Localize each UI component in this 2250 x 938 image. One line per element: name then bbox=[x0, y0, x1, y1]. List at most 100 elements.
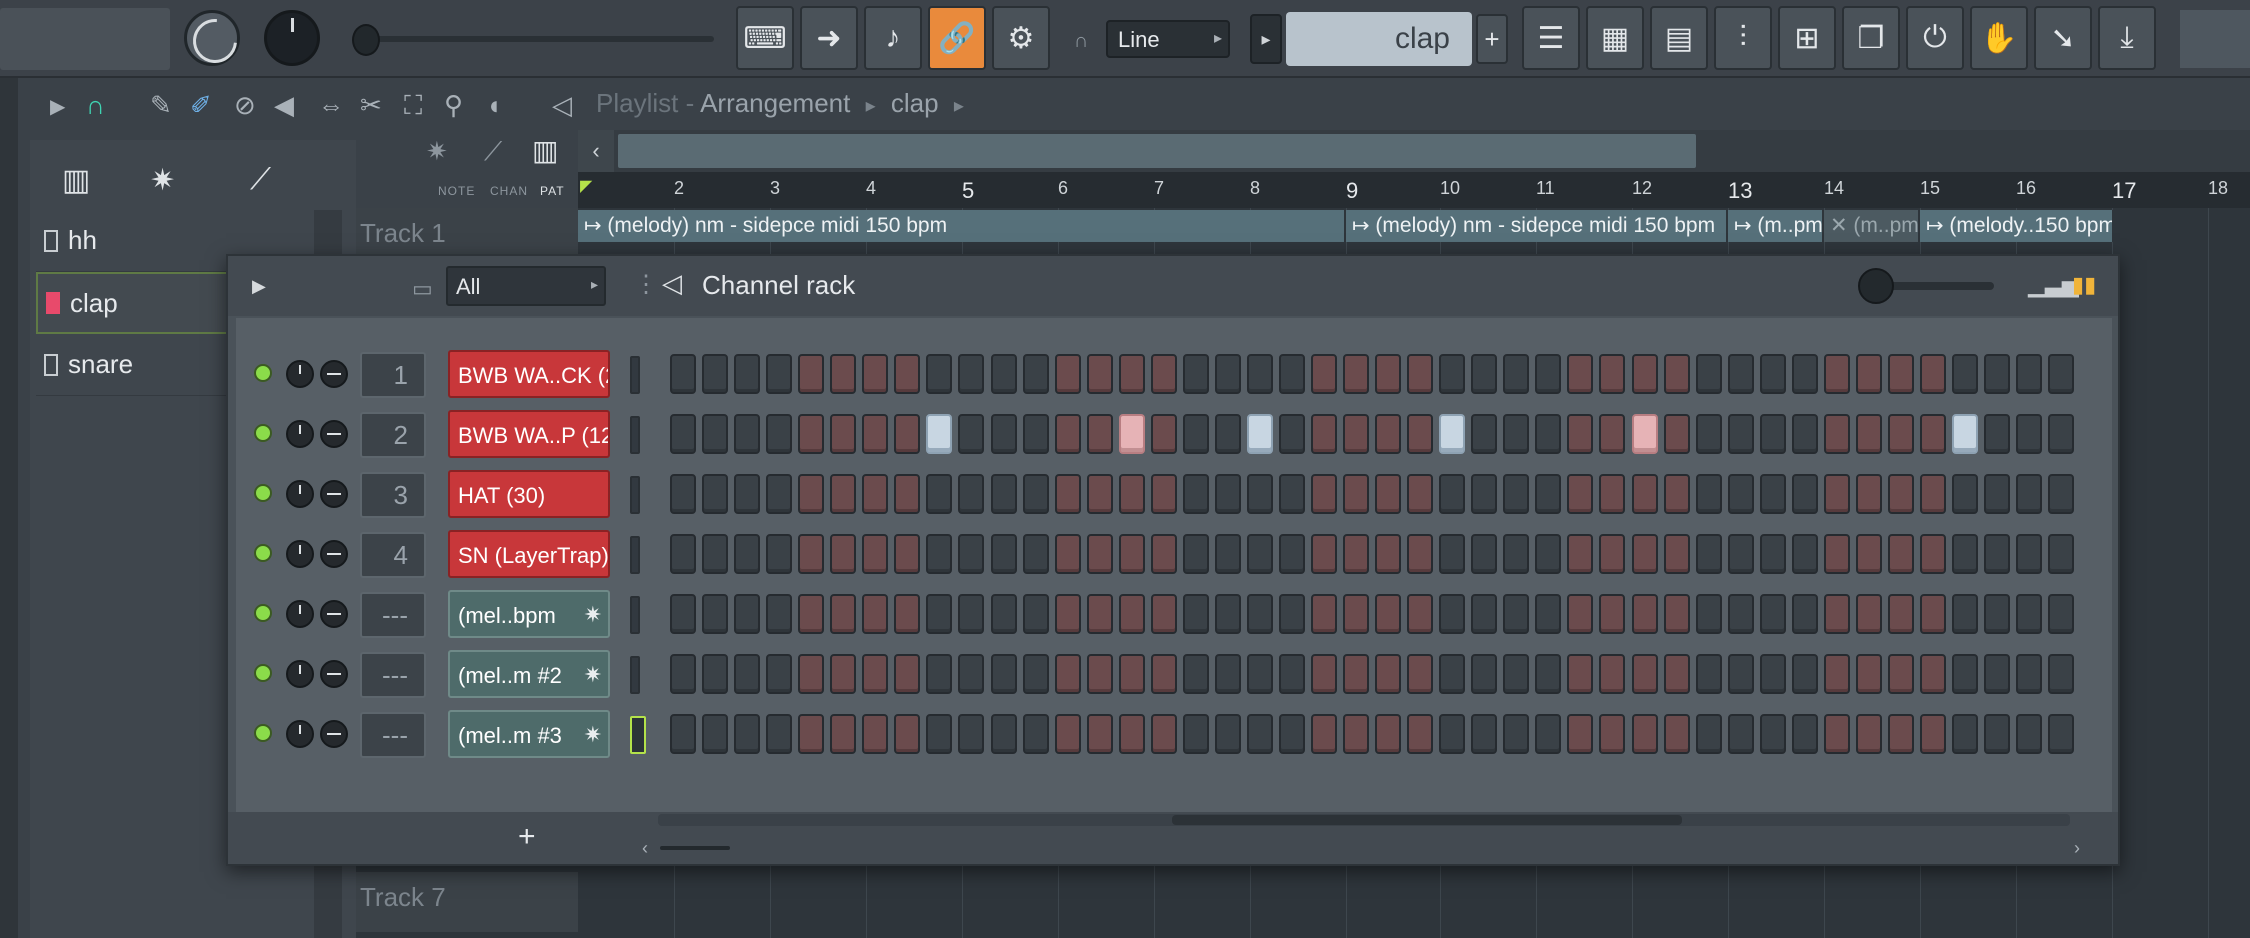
slide-icon[interactable]: ♪ bbox=[864, 6, 922, 70]
step-button[interactable] bbox=[798, 654, 825, 694]
channel-name-button[interactable]: (mel..m #2 ✷ bbox=[448, 650, 610, 698]
step-button[interactable] bbox=[734, 534, 761, 574]
step-button[interactable] bbox=[1054, 414, 1081, 454]
step-button[interactable] bbox=[1471, 474, 1498, 514]
step-button[interactable] bbox=[1375, 474, 1402, 514]
step-button[interactable] bbox=[1599, 714, 1626, 754]
step-button[interactable] bbox=[1599, 654, 1626, 694]
step-sequencer-icon[interactable]: ▮▮ bbox=[2072, 272, 2096, 298]
step-button[interactable] bbox=[1535, 414, 1562, 454]
step-button[interactable] bbox=[670, 714, 696, 754]
step-button[interactable] bbox=[990, 414, 1017, 454]
step-button[interactable] bbox=[2016, 654, 2043, 694]
step-button[interactable] bbox=[1535, 474, 1562, 514]
step-button[interactable] bbox=[1567, 714, 1594, 754]
step-button[interactable] bbox=[1182, 354, 1209, 394]
step-button[interactable] bbox=[894, 414, 921, 454]
step-button[interactable] bbox=[1887, 654, 1914, 694]
pattern-clip-icon[interactable]: ▥ bbox=[532, 134, 558, 167]
mixer-icon[interactable]: ⫶ bbox=[1714, 6, 1772, 70]
step-button[interactable] bbox=[1214, 474, 1241, 514]
step-button[interactable] bbox=[830, 654, 857, 694]
step-button[interactable] bbox=[958, 474, 985, 514]
step-button[interactable] bbox=[1567, 534, 1594, 574]
channel-name-button[interactable]: HAT (30) bbox=[448, 470, 610, 518]
step-button[interactable] bbox=[990, 654, 1017, 694]
step-button[interactable] bbox=[1759, 594, 1786, 634]
step-button[interactable] bbox=[1503, 474, 1530, 514]
step-button[interactable] bbox=[1727, 474, 1754, 514]
add-pattern-button[interactable]: + bbox=[1476, 14, 1508, 64]
step-button[interactable] bbox=[1887, 414, 1914, 454]
step-button[interactable] bbox=[1375, 534, 1402, 574]
step-button[interactable] bbox=[926, 534, 953, 574]
step-button[interactable] bbox=[862, 654, 889, 694]
step-button[interactable] bbox=[1887, 354, 1914, 394]
step-button[interactable] bbox=[1278, 534, 1305, 574]
step-button[interactable] bbox=[1086, 354, 1113, 394]
step-button[interactable] bbox=[1182, 714, 1209, 754]
step-button[interactable] bbox=[1439, 354, 1466, 394]
step-button[interactable] bbox=[1311, 474, 1337, 514]
step-button[interactable] bbox=[1407, 474, 1434, 514]
step-button[interactable] bbox=[1407, 414, 1434, 454]
step-button[interactable] bbox=[1599, 354, 1626, 394]
step-button[interactable] bbox=[1343, 654, 1370, 694]
step-button[interactable] bbox=[670, 534, 696, 574]
mixer-track-number[interactable]: --- bbox=[360, 652, 426, 698]
step-button[interactable] bbox=[766, 414, 793, 454]
breadcrumb-arrangement[interactable]: Arrangement bbox=[700, 88, 850, 118]
step-button[interactable] bbox=[1791, 654, 1818, 694]
step-button[interactable] bbox=[2048, 474, 2075, 514]
step-button[interactable] bbox=[2048, 714, 2075, 754]
step-button[interactable] bbox=[1278, 654, 1305, 694]
step-button[interactable] bbox=[990, 474, 1017, 514]
step-button[interactable] bbox=[1278, 474, 1305, 514]
step-button[interactable] bbox=[1535, 534, 1562, 574]
mixer-track-number[interactable]: 3 bbox=[360, 472, 426, 518]
step-button[interactable] bbox=[1471, 354, 1498, 394]
step-button[interactable] bbox=[2048, 354, 2075, 394]
step-button-on[interactable] bbox=[1246, 414, 1273, 454]
pattern-prev-button[interactable]: ▸ bbox=[1250, 14, 1282, 64]
step-button[interactable] bbox=[670, 354, 696, 394]
step-button[interactable] bbox=[1246, 534, 1273, 574]
step-button[interactable] bbox=[1823, 534, 1850, 574]
step-button[interactable] bbox=[1086, 534, 1113, 574]
step-button[interactable] bbox=[1791, 414, 1818, 454]
step-button[interactable] bbox=[1791, 714, 1818, 754]
step-button[interactable] bbox=[830, 354, 857, 394]
step-button[interactable] bbox=[1086, 414, 1113, 454]
step-button[interactable] bbox=[1984, 594, 2011, 634]
step-button[interactable] bbox=[1952, 474, 1978, 514]
step-button[interactable] bbox=[990, 594, 1017, 634]
channel-name-button[interactable]: BWB WA..P (12) bbox=[448, 410, 610, 458]
step-button[interactable] bbox=[1791, 534, 1818, 574]
step-button[interactable] bbox=[1727, 354, 1754, 394]
step-button[interactable] bbox=[1086, 474, 1113, 514]
step-button[interactable] bbox=[1695, 534, 1722, 574]
step-button[interactable] bbox=[1278, 354, 1305, 394]
step-button[interactable] bbox=[1919, 354, 1946, 394]
step-button[interactable] bbox=[894, 534, 921, 574]
step-button[interactable] bbox=[958, 714, 985, 754]
step-button[interactable] bbox=[1118, 714, 1145, 754]
step-button[interactable] bbox=[1823, 654, 1850, 694]
channel-volume-knob[interactable] bbox=[320, 540, 348, 568]
step-button[interactable] bbox=[1022, 714, 1049, 754]
step-button[interactable] bbox=[1375, 354, 1402, 394]
step-button[interactable] bbox=[1054, 474, 1081, 514]
step-button[interactable] bbox=[1311, 534, 1337, 574]
channel-pan-knob[interactable] bbox=[286, 720, 314, 748]
step-button[interactable] bbox=[702, 534, 729, 574]
step-button[interactable] bbox=[1759, 354, 1786, 394]
step-button[interactable] bbox=[702, 474, 729, 514]
step-button[interactable] bbox=[1887, 534, 1914, 574]
step-button[interactable] bbox=[798, 354, 825, 394]
speaker-icon[interactable]: ◁ bbox=[552, 90, 572, 121]
channel-volume-knob[interactable] bbox=[320, 420, 348, 448]
step-button[interactable] bbox=[1407, 354, 1434, 394]
step-button[interactable] bbox=[1952, 714, 1978, 754]
step-button[interactable] bbox=[1118, 654, 1145, 694]
step-button[interactable] bbox=[702, 654, 729, 694]
